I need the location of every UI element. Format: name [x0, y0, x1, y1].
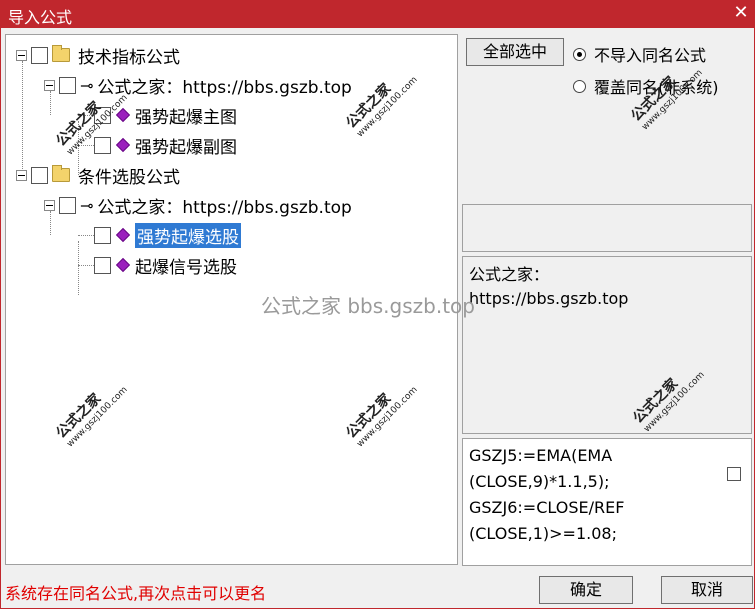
tree-node-label: 强势起爆副图 [135, 137, 237, 158]
tree-node-label: 条件选股公式 [78, 167, 180, 188]
tree-guide-line [78, 265, 94, 266]
formula-gem-icon [115, 137, 131, 153]
title-bar: 导入公式 ✕ [0, 0, 755, 28]
tree-node-formula-home-2[interactable]: ⊸ 公式之家：https://bbs.gszb.top [44, 193, 352, 218]
tree-node-sub-chart[interactable]: 强势起爆副图 [94, 133, 237, 158]
node-checkbox[interactable] [59, 76, 76, 94]
import-formula-dialog: 技术指标公式 ⊸ 公式之家：https://bbs.gszb.top 强势起爆主… [0, 28, 755, 609]
watermark: 公式之家 www.gszj100.com [53, 385, 130, 450]
tree-node-label-selected: 强势起爆选股 [135, 222, 241, 248]
empty-panel [462, 204, 752, 252]
code-text: GSZJ5:=EMA(EMA (CLOSE,9)*1.1,5); GSZJ6:=… [469, 446, 625, 543]
collapse-icon[interactable] [16, 169, 27, 181]
folder-icon [52, 45, 70, 62]
info-line-1: 公式之家： [469, 265, 550, 284]
tree-node-label: 强势起爆主图 [135, 107, 237, 128]
node-checkbox[interactable] [59, 196, 76, 214]
watermark: 公式之家 www.gszj100.com [343, 75, 420, 140]
tree-guide-line [78, 241, 79, 295]
tree-node-label: 技术指标公式 [78, 47, 180, 68]
node-checkbox[interactable] [94, 226, 111, 244]
tree-guide-line [22, 61, 23, 175]
tree-node-label: 起爆信号选股 [135, 257, 237, 278]
watermark: 公式之家 www.gszj100.com [343, 385, 420, 450]
node-checkbox[interactable] [31, 166, 48, 184]
select-all-button[interactable]: 全部选中 [466, 38, 564, 66]
info-line-2: https://bbs.gszb.top [469, 289, 629, 308]
key-icon: ⊸ [80, 75, 94, 95]
tree-node-label: 公式之家：https://bbs.gszb.top [97, 197, 352, 218]
window-title: 导入公式 [8, 8, 73, 27]
ok-button[interactable]: 确定 [539, 576, 633, 604]
tree-guide-line [78, 235, 94, 236]
folder-icon [52, 165, 70, 182]
collapse-icon[interactable] [16, 49, 27, 61]
node-checkbox[interactable] [94, 256, 111, 274]
cancel-button[interactable]: 取消 [661, 576, 753, 604]
info-panel: 公式之家： https://bbs.gszb.top [462, 256, 752, 434]
key-icon: ⊸ [80, 195, 94, 215]
radio-indicator[interactable] [573, 79, 586, 93]
collapse-icon[interactable] [44, 79, 55, 91]
tree-node-label: 公式之家：https://bbs.gszb.top [97, 77, 352, 98]
preview-checkbox[interactable] [727, 467, 741, 481]
close-icon[interactable]: ✕ [731, 3, 751, 23]
formula-gem-icon [115, 257, 131, 273]
tree-node-breakout-selection[interactable]: 强势起爆选股 [94, 222, 241, 248]
tree-node-stock-selection[interactable]: 条件选股公式 [16, 163, 180, 188]
tree-node-signal-selection[interactable]: 起爆信号选股 [94, 253, 237, 278]
center-watermark: 公式之家 bbs.gszb.top [261, 294, 475, 318]
radio-indicator[interactable] [573, 47, 586, 61]
tree-node-formula-home-1[interactable]: ⊸ 公式之家：https://bbs.gszb.top [44, 73, 352, 98]
node-checkbox[interactable] [31, 46, 48, 64]
tree-node-tech-indicators[interactable]: 技术指标公式 [16, 43, 180, 68]
code-preview[interactable]: GSZJ5:=EMA(EMA (CLOSE,9)*1.1,5); GSZJ6:=… [462, 438, 752, 566]
node-checkbox[interactable] [94, 136, 111, 154]
collapse-icon[interactable] [44, 199, 55, 211]
status-message: 系统存在同名公式,再次点击可以更名 [5, 584, 267, 603]
formula-gem-icon [115, 227, 131, 243]
